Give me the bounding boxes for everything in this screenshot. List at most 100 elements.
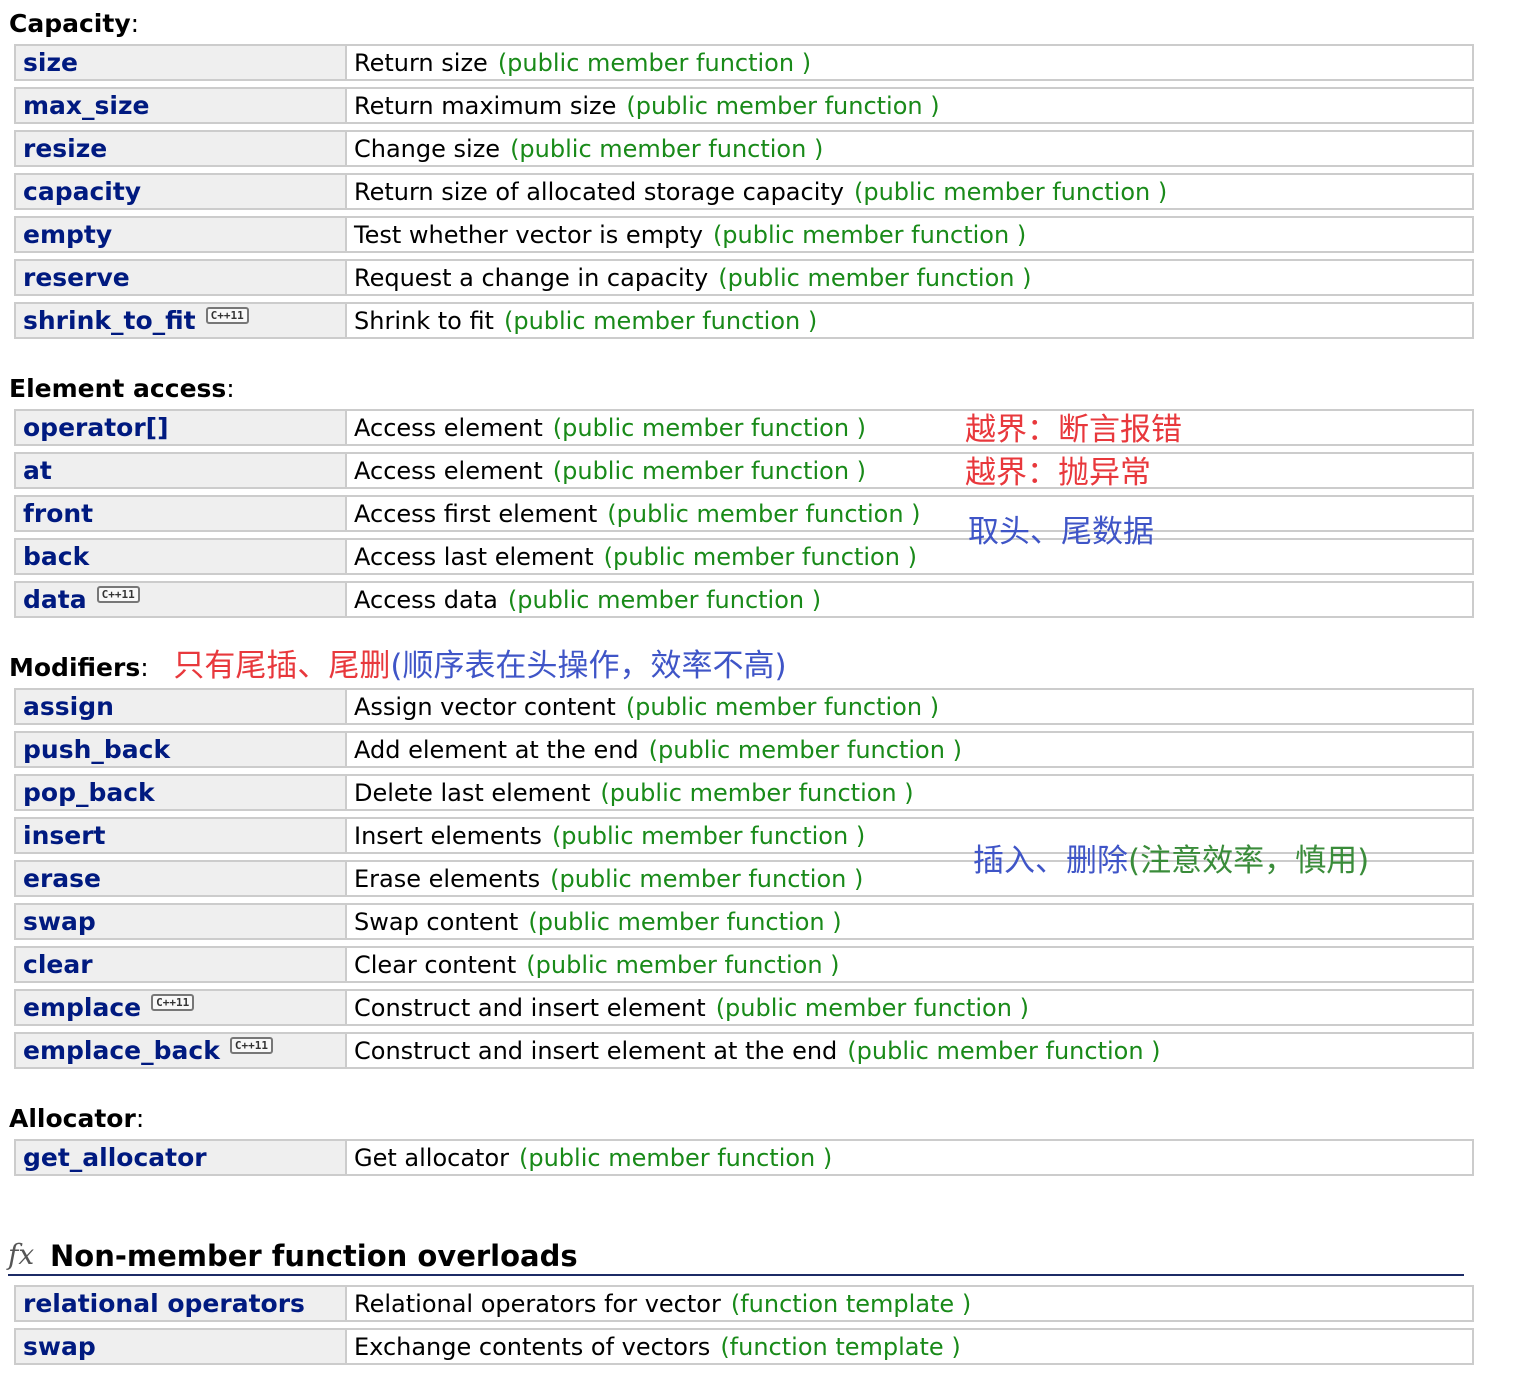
table-row: back Access last element (public member fu… bbox=[14, 538, 1474, 575]
section-title-modifiers: Modifiers: 只有尾插、尾删(顺序表在头操作，效率不高) bbox=[9, 648, 787, 684]
table-row: empty Test whether vector is empty (public… bbox=[14, 216, 1474, 253]
member-link[interactable]: operator[] bbox=[16, 411, 347, 444]
description-text: Access first element bbox=[354, 499, 598, 528]
member-kind: (public member function ) bbox=[715, 993, 1029, 1022]
table-row: emplace_back C++11 Construct and insert el… bbox=[14, 1032, 1474, 1069]
annotation-insert-erase-green: (注意效率，慎用) bbox=[1128, 843, 1370, 879]
member-name: max_size bbox=[23, 91, 150, 120]
table-row: relational operators Relational operators… bbox=[14, 1285, 1474, 1322]
section-title-text: Allocator bbox=[9, 1104, 136, 1133]
member-kind: (public member function ) bbox=[600, 778, 914, 807]
description-text: Access data bbox=[354, 585, 498, 614]
non-member-heading: fx Non-member function overloads bbox=[8, 1238, 1464, 1276]
member-kind: (public member function ) bbox=[847, 1036, 1161, 1065]
member-description: Add element at the end (public member fun… bbox=[347, 733, 1472, 766]
member-name: shrink_to_fit bbox=[23, 306, 196, 335]
member-link[interactable]: relational operators bbox=[16, 1287, 347, 1320]
member-name: operator[] bbox=[23, 413, 169, 442]
member-link[interactable]: capacity bbox=[16, 175, 347, 208]
annotation-front-back: 取头、尾数据 bbox=[968, 514, 1154, 550]
member-link[interactable]: at bbox=[16, 454, 347, 487]
member-name: capacity bbox=[23, 177, 142, 206]
member-link[interactable]: swap bbox=[16, 1330, 347, 1363]
description-text: Clear content bbox=[354, 950, 517, 979]
table-row: at Access element (public member function … bbox=[14, 452, 1474, 489]
member-name: swap bbox=[23, 907, 96, 936]
section-title-capacity: Capacity: bbox=[9, 9, 140, 38]
member-name: data bbox=[23, 585, 87, 614]
description-text: Test whether vector is empty bbox=[354, 220, 703, 249]
member-description: Clear content (public member function ) bbox=[347, 948, 1472, 981]
member-description: Access last element (public member functi… bbox=[347, 540, 1472, 573]
member-link[interactable]: front bbox=[16, 497, 347, 530]
member-name: relational operators bbox=[23, 1289, 305, 1318]
member-kind: (public member function ) bbox=[497, 48, 812, 77]
member-link[interactable]: push_back bbox=[16, 733, 347, 766]
description-text: Change size bbox=[354, 134, 501, 163]
table-row: max_size Return maximum size (public membe… bbox=[14, 87, 1474, 124]
member-link[interactable]: get_allocator bbox=[16, 1141, 347, 1174]
cpp11-badge-icon: C++11 bbox=[151, 994, 195, 1011]
description-text: Get allocator bbox=[354, 1143, 509, 1172]
member-description: Relational operators for vector (function… bbox=[347, 1287, 1472, 1320]
member-kind: (public member function ) bbox=[526, 950, 840, 979]
description-text: Return size bbox=[354, 48, 488, 77]
table-row: capacity Return size of allocated storage… bbox=[14, 173, 1474, 210]
function-icon: fx bbox=[8, 1238, 35, 1271]
table-row: size Return size (public member function ) bbox=[14, 44, 1474, 81]
member-link[interactable]: insert bbox=[16, 819, 347, 852]
member-description: Construct and insert element at the end (… bbox=[347, 1034, 1472, 1067]
member-link[interactable]: swap bbox=[16, 905, 347, 938]
member-kind: (public member function ) bbox=[552, 456, 867, 485]
member-link[interactable]: assign bbox=[16, 690, 347, 723]
member-kind: (public member function ) bbox=[648, 735, 962, 764]
member-description: Change size (public member function ) bbox=[347, 132, 1472, 165]
table-row: operator[] Access element (public member f… bbox=[14, 409, 1474, 446]
description-text: Construct and insert element bbox=[354, 993, 706, 1022]
member-description: Delete last element (public member functi… bbox=[347, 776, 1472, 809]
member-link[interactable]: erase bbox=[16, 862, 347, 895]
member-kind: (public member function ) bbox=[510, 134, 824, 163]
member-description: Return size of allocated storage capacit… bbox=[347, 175, 1472, 208]
member-description: Request a change in capacity (public memb… bbox=[347, 261, 1472, 294]
member-description: Shrink to fit (public member function ) bbox=[347, 304, 1472, 337]
annotation-insert-erase: 插入、删除(注意效率，慎用) bbox=[973, 843, 1369, 879]
table-row: swap Swap content (public member function … bbox=[14, 903, 1474, 940]
member-link[interactable]: size bbox=[16, 46, 347, 79]
member-link[interactable]: shrink_to_fit C++11 bbox=[16, 304, 347, 337]
member-kind: (function template ) bbox=[720, 1332, 961, 1361]
member-link[interactable]: back bbox=[16, 540, 347, 573]
cpp11-badge-icon: C++11 bbox=[96, 586, 140, 603]
member-description: Test whether vector is empty (public memb… bbox=[347, 218, 1472, 251]
member-kind: (public member function ) bbox=[853, 177, 1168, 206]
description-text: Return maximum size bbox=[354, 91, 617, 120]
member-name: insert bbox=[23, 821, 106, 850]
member-description: Access first element (public member funct… bbox=[347, 497, 1472, 530]
member-link[interactable]: data C++11 bbox=[16, 583, 347, 616]
table-row: front Access first element (public member … bbox=[14, 495, 1474, 532]
member-description: Return maximum size (public member functi… bbox=[347, 89, 1472, 122]
member-link[interactable]: reserve bbox=[16, 261, 347, 294]
member-kind: (public member function ) bbox=[626, 91, 940, 120]
member-link[interactable]: resize bbox=[16, 132, 347, 165]
member-kind: (public member function ) bbox=[625, 692, 940, 721]
description-text: Erase elements bbox=[354, 864, 541, 893]
member-link[interactable]: pop_back bbox=[16, 776, 347, 809]
member-link[interactable]: clear bbox=[16, 948, 347, 981]
table-row: shrink_to_fit C++11 Shrink to fit (public m… bbox=[14, 302, 1474, 339]
table-row: pop_back Delete last element (public membe… bbox=[14, 774, 1474, 811]
member-kind: (function template ) bbox=[730, 1289, 972, 1318]
section-title-text: Element access bbox=[9, 374, 227, 403]
member-link[interactable]: empty bbox=[16, 218, 347, 251]
member-name: emplace bbox=[23, 993, 142, 1022]
member-name: pop_back bbox=[23, 778, 155, 807]
member-link[interactable]: max_size bbox=[16, 89, 347, 122]
member-name: resize bbox=[23, 134, 108, 163]
member-name: size bbox=[23, 48, 78, 77]
member-kind: (public member function ) bbox=[603, 542, 917, 571]
member-description: Exchange contents of vectors (function te… bbox=[347, 1330, 1472, 1363]
description-text: Request a change in capacity bbox=[354, 263, 709, 292]
member-link[interactable]: emplace C++11 bbox=[16, 991, 347, 1024]
member-link[interactable]: emplace_back C++11 bbox=[16, 1034, 347, 1067]
description-text: Relational operators for vector bbox=[354, 1289, 721, 1318]
